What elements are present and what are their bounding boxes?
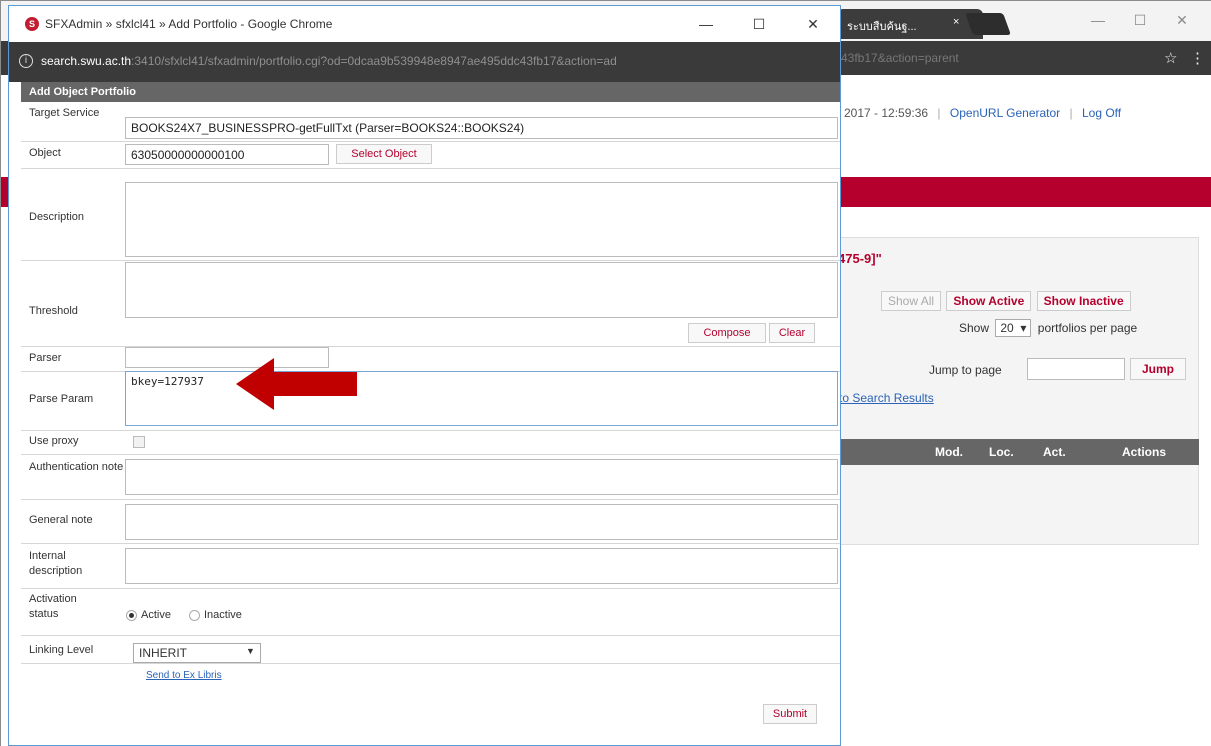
new-tab-button[interactable]	[964, 13, 1012, 35]
url-path: :3410/sfxlcl41/sfxadmin/portfolio.cgi?od…	[131, 54, 617, 68]
description-label: Description	[29, 211, 85, 223]
popup-maximize-button[interactable]: ☐	[744, 14, 774, 34]
row-divider	[21, 168, 840, 169]
bookmark-star-icon[interactable]: ☆	[1164, 49, 1177, 67]
top-navigation: 2017 - 12:59:36 | OpenURL Generator | Lo…	[844, 106, 1121, 120]
jump-to-page-label: Jump to page	[929, 363, 1002, 377]
row-divider	[21, 635, 840, 636]
row-divider	[21, 588, 840, 589]
form-header: Add Object Portfolio	[21, 82, 840, 102]
minimize-button[interactable]: —	[1083, 9, 1113, 31]
log-off-link[interactable]: Log Off	[1082, 106, 1121, 120]
row-divider	[21, 499, 840, 500]
column-header-act: Act.	[1043, 445, 1066, 459]
send-to-ex-libris-link[interactable]: Send to Ex Libris	[146, 670, 222, 681]
activation-status-label: Activation status	[29, 593, 77, 620]
object-label: Object	[29, 147, 61, 159]
per-page-value: 20	[1000, 321, 1014, 335]
popup-close-button[interactable]: ✕	[798, 14, 828, 34]
row-divider	[21, 141, 840, 142]
clear-button[interactable]: Clear	[769, 323, 815, 343]
per-page-select[interactable]: 20 ▾	[995, 319, 1032, 337]
popup-window-title: SFXAdmin » sfxlcl41 » Add Portfolio - Go…	[45, 17, 333, 31]
show-inactive-button[interactable]: Show Inactive	[1036, 291, 1131, 311]
active-radio[interactable]	[126, 610, 137, 621]
column-header-mod: Mod.	[935, 445, 963, 459]
openurl-generator-link[interactable]: OpenURL Generator	[950, 106, 1060, 120]
target-service-field[interactable]: BOOKS24X7_BUSINESSPRO-getFullTxt (Parser…	[125, 117, 838, 139]
compose-button[interactable]: Compose	[688, 323, 766, 343]
row-divider	[21, 663, 840, 664]
parser-label: Parser	[29, 352, 62, 364]
jump-to-page-input[interactable]	[1027, 358, 1125, 380]
background-tab[interactable]: ระบบสืบค้นฐ... ×	[837, 9, 983, 39]
row-divider	[21, 454, 840, 455]
close-window-button[interactable]: ✕	[1167, 9, 1197, 31]
maximize-button[interactable]: ☐	[1125, 9, 1155, 31]
description-textarea[interactable]	[125, 182, 838, 257]
back-to-search-results-link[interactable]: to Search Results	[839, 391, 934, 405]
popup-minimize-button[interactable]: —	[691, 14, 721, 34]
column-header-actions: Actions	[1122, 445, 1167, 459]
row-divider	[21, 260, 840, 261]
nav-separator: |	[937, 106, 941, 120]
show-all-button[interactable]: Show All	[881, 291, 942, 311]
info-icon[interactable]: i	[19, 54, 33, 68]
search-heading: 475-9]"	[838, 251, 882, 266]
nav-separator: |	[1069, 106, 1073, 120]
linking-level-value: INHERIT	[139, 646, 187, 660]
linking-level-select[interactable]: INHERIT ▼	[133, 643, 261, 663]
internal-description-label: Internal description	[29, 550, 83, 577]
chevron-down-icon: ▼	[246, 646, 255, 656]
target-service-label: Target Service	[29, 107, 100, 119]
add-portfolio-popup-window: S SFXAdmin » sfxlcl41 » Add Portfolio - …	[8, 5, 841, 746]
authentication-note-field[interactable]	[125, 459, 838, 495]
popup-url: search.swu.ac.th:3410/sfxlcl41/sfxadmin/…	[41, 54, 836, 68]
inactive-radio[interactable]	[189, 610, 200, 621]
select-object-button[interactable]: Select Object	[336, 144, 432, 164]
menu-kebab-icon[interactable]: ⋮	[1190, 49, 1205, 67]
linking-level-label: Linking Level	[29, 644, 94, 656]
use-proxy-label: Use proxy	[29, 435, 79, 447]
chevron-down-icon: ▾	[1017, 321, 1027, 335]
per-page-control: Show 20 ▾ portfolios per page	[959, 319, 1137, 337]
threshold-textarea[interactable]	[125, 262, 838, 318]
object-field[interactable]: 63050000000000100	[125, 144, 329, 165]
session-timestamp: 2017 - 12:59:36	[844, 106, 929, 120]
active-radio-label: Active	[141, 609, 171, 621]
close-tab-icon[interactable]: ×	[953, 16, 959, 28]
general-note-field[interactable]	[125, 504, 838, 540]
popup-titlebar: S SFXAdmin » sfxlcl41 » Add Portfolio - …	[9, 6, 840, 42]
annotation-arrow-icon	[236, 358, 357, 410]
row-divider	[21, 430, 840, 431]
parse-param-textarea[interactable]: bkey=127937	[125, 371, 838, 426]
parse-param-label: Parse Param	[29, 393, 94, 405]
inactive-radio-label: Inactive	[204, 609, 242, 621]
popup-address-bar[interactable]: i search.swu.ac.th:3410/sfxlcl41/sfxadmi…	[9, 42, 840, 82]
internal-description-field[interactable]	[125, 548, 838, 584]
column-header-loc: Loc.	[989, 445, 1014, 459]
jump-button[interactable]: Jump	[1130, 358, 1186, 380]
sfx-logo-icon: S	[25, 17, 39, 31]
portfolio-filters: Show All Show Active Show Inactive	[879, 291, 1131, 311]
row-divider	[21, 543, 840, 544]
show-active-button[interactable]: Show Active	[946, 291, 1032, 311]
general-note-label: General note	[29, 514, 93, 526]
background-tab-title: ระบบสืบค้นฐ...	[847, 21, 917, 33]
use-proxy-checkbox[interactable]	[133, 436, 145, 448]
portfolio-table-header: Mod. Loc. Act. Actions	[839, 439, 1199, 465]
authentication-note-label: Authentication note	[29, 461, 124, 473]
submit-button[interactable]: Submit	[763, 704, 817, 724]
per-page-prefix: Show	[959, 321, 990, 335]
per-page-suffix: portfolios per page	[1037, 321, 1138, 335]
threshold-label: Threshold	[29, 305, 78, 317]
url-host: search.swu.ac.th	[41, 54, 132, 68]
background-url-text: 43fb17&action=parent	[841, 51, 959, 65]
